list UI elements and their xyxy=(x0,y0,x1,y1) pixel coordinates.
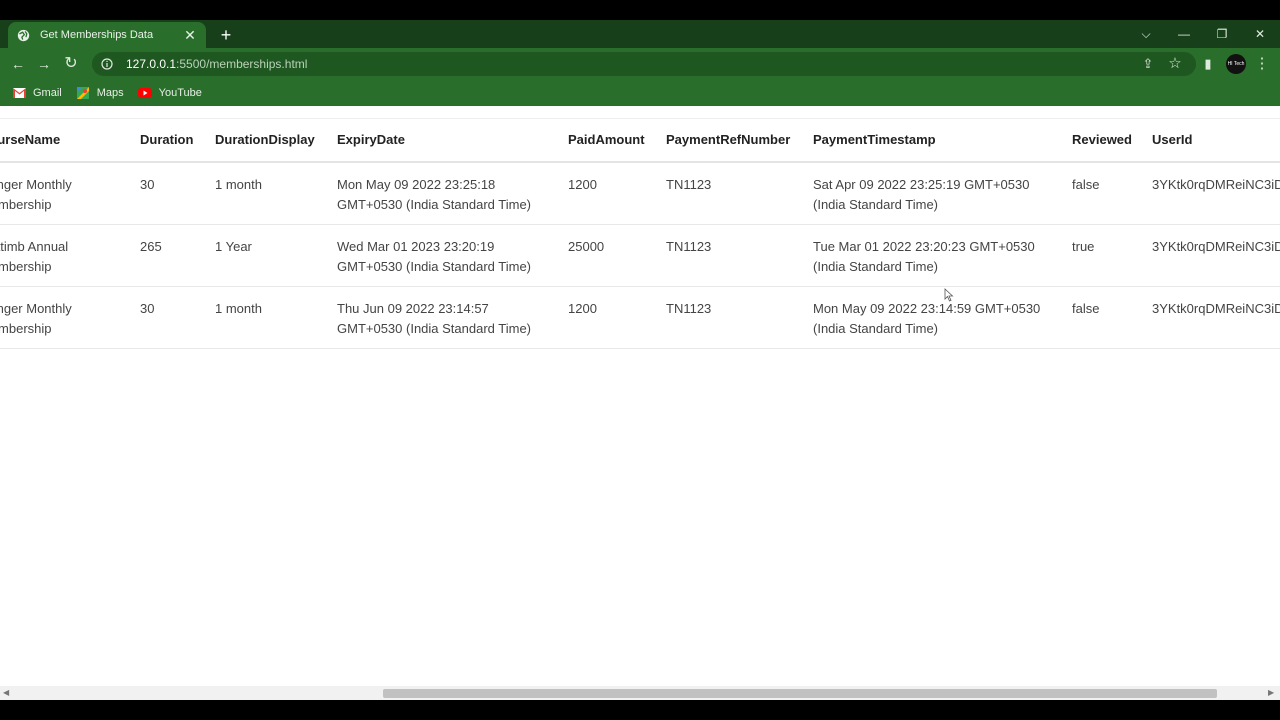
bookmark-label: Gmail xyxy=(33,87,62,99)
column-header[interactable]: Duration xyxy=(130,118,205,163)
column-header[interactable]: Reviewed xyxy=(1062,118,1142,163)
table-cell: 1200 xyxy=(558,286,656,349)
url-host: 127.0.0.1 xyxy=(126,57,177,71)
scrollbar-thumb[interactable] xyxy=(383,689,1217,698)
table-cell: 3YKtk0rqDMReiNC3iD xyxy=(1142,161,1280,225)
table-cell: 265 xyxy=(130,224,205,287)
column-header[interactable]: ExpiryDate xyxy=(327,118,558,163)
address-bar[interactable]: 127.0.0.1:5500/memberships.html xyxy=(92,52,1196,76)
bookmarks-bar: Gmail Maps YouTube xyxy=(0,80,1280,106)
table-cell: Ranger Monthly Membership xyxy=(0,161,130,225)
side-panel-icon[interactable]: ▮ xyxy=(1199,55,1217,73)
table-cell: TN1123 xyxy=(656,286,803,349)
table-cell: Pratimb Annual Membership xyxy=(0,224,130,287)
table-cell: TN1123 xyxy=(656,224,803,287)
bookmark-youtube[interactable]: YouTube xyxy=(137,87,202,99)
table-cell: 3YKtk0rqDMReiNC3iD xyxy=(1142,224,1280,287)
table-cell: 30 xyxy=(130,161,205,225)
table-cell: false xyxy=(1062,286,1142,349)
horizontal-scrollbar[interactable]: ◀ ▶ xyxy=(0,686,1280,700)
bookmark-label: YouTube xyxy=(158,87,202,99)
table-cell: 25000 xyxy=(558,224,656,287)
table-cell: false xyxy=(1062,161,1142,225)
close-window-button[interactable]: ✕ xyxy=(1249,24,1271,44)
tab-close-icon[interactable]: ✕ xyxy=(182,27,198,43)
table-cell: 3YKtk0rqDMReiNC3iD xyxy=(1142,286,1280,349)
column-header[interactable]: UserId xyxy=(1142,118,1280,163)
bookmark-star-icon[interactable]: ☆ xyxy=(1166,55,1184,73)
globe-icon xyxy=(16,28,30,42)
browser-window: Get Memberships Data ✕ + ⌵ — ❐ ✕ ← → ↻ 1… xyxy=(0,20,1280,700)
tab-search-icon[interactable]: ⌵ xyxy=(1135,24,1157,44)
column-header[interactable]: PaymentTimestamp xyxy=(803,118,1062,163)
tab-strip: Get Memberships Data ✕ + ⌵ — ❐ ✕ xyxy=(0,20,1280,48)
memberships-table: CourseName Duration DurationDisplay Expi… xyxy=(0,118,1280,349)
scroll-left-icon[interactable]: ◀ xyxy=(3,688,9,697)
minimize-button[interactable]: — xyxy=(1173,24,1195,44)
back-button[interactable]: ← xyxy=(8,54,28,74)
table-row: Ranger Monthly Membership 30 1 month Mon… xyxy=(0,161,1280,225)
toolbar: ← → ↻ 127.0.0.1:5500/memberships.html ⇪ … xyxy=(0,48,1280,80)
page-content: CourseName Duration DurationDisplay Expi… xyxy=(0,106,1280,686)
table-cell: Mon May 09 2022 23:25:18 GMT+0530 (India… xyxy=(327,161,558,225)
table-cell: Ranger Monthly Membership xyxy=(0,286,130,349)
table-cell: true xyxy=(1062,224,1142,287)
table-cell: 30 xyxy=(130,286,205,349)
table-cell: 1 month xyxy=(205,286,327,349)
table-row: Ranger Monthly Membership 30 1 month Thu… xyxy=(0,286,1280,349)
table-cell: Wed Mar 01 2023 23:20:19 GMT+0530 (India… xyxy=(327,224,558,287)
gmail-icon xyxy=(12,87,26,99)
menu-icon[interactable]: ⋮ xyxy=(1253,55,1271,73)
table-cell: Tue Mar 01 2022 23:20:23 GMT+0530 (India… xyxy=(803,224,1062,287)
share-icon[interactable]: ⇪ xyxy=(1139,55,1157,73)
column-header[interactable]: CourseName xyxy=(0,118,130,163)
new-tab-button[interactable]: + xyxy=(216,25,236,45)
profile-avatar[interactable]: HI Tech xyxy=(1226,54,1246,74)
column-header[interactable]: PaymentRefNumber xyxy=(656,118,803,163)
table-cell: Thu Jun 09 2022 23:14:57 GMT+0530 (India… xyxy=(327,286,558,349)
forward-button[interactable]: → xyxy=(34,54,54,74)
table-cell: 1 month xyxy=(205,161,327,225)
letterbox-bottom xyxy=(0,700,1280,720)
youtube-icon xyxy=(137,87,152,99)
reload-button[interactable]: ↻ xyxy=(61,54,81,74)
site-info-icon[interactable] xyxy=(100,57,114,71)
table-header-row: CourseName Duration DurationDisplay Expi… xyxy=(0,118,1280,163)
mouse-cursor-icon xyxy=(944,288,954,302)
table-cell: 1 Year xyxy=(205,224,327,287)
bookmark-maps[interactable]: Maps xyxy=(76,87,124,99)
maps-icon xyxy=(76,87,90,99)
column-header[interactable]: PaidAmount xyxy=(558,118,656,163)
table-row: Pratimb Annual Membership 265 1 Year Wed… xyxy=(0,224,1280,287)
table-cell: 1200 xyxy=(558,161,656,225)
tab-title: Get Memberships Data xyxy=(40,29,154,41)
letterbox-top xyxy=(0,0,1280,20)
scroll-right-icon[interactable]: ▶ xyxy=(1268,688,1274,697)
bookmark-label: Maps xyxy=(96,87,124,99)
column-header[interactable]: DurationDisplay xyxy=(205,118,327,163)
url-path: :5500/memberships.html xyxy=(176,57,308,71)
tab-active[interactable]: Get Memberships Data ✕ xyxy=(8,22,206,48)
restore-button[interactable]: ❐ xyxy=(1211,24,1233,44)
table-cell: Mon May 09 2022 23:14:59 GMT+0530 (India… xyxy=(803,286,1062,349)
bookmark-gmail[interactable]: Gmail xyxy=(12,87,62,99)
table-cell: TN1123 xyxy=(656,161,803,225)
table-cell: Sat Apr 09 2022 23:25:19 GMT+0530 (India… xyxy=(803,161,1062,225)
url-text: 127.0.0.1:5500/memberships.html xyxy=(126,57,307,71)
